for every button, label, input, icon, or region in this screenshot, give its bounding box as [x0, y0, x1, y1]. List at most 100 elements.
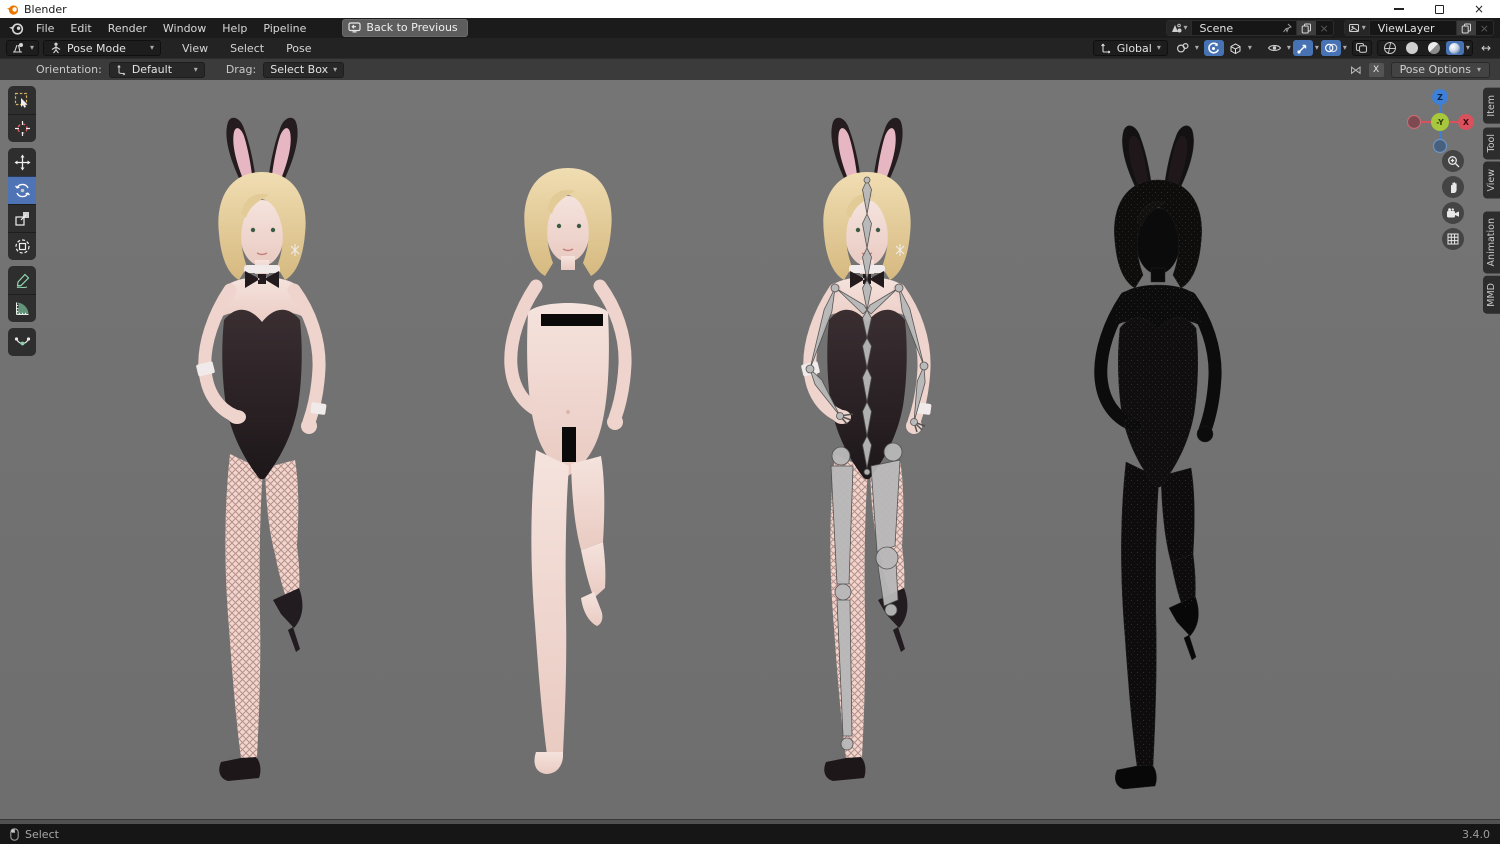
scene-browse-button[interactable]: ▾ — [1166, 21, 1192, 35]
transform-icon — [14, 239, 30, 254]
workspace-back-icon — [348, 22, 362, 33]
drag-mode-dropdown[interactable]: Select Box ▾ — [263, 61, 345, 78]
orientation-default-dropdown[interactable]: Default ▾ — [108, 61, 205, 78]
new-scene-button[interactable] — [1295, 21, 1316, 35]
annotate-pen-icon — [16, 273, 29, 288]
camera-view-button[interactable] — [1442, 202, 1464, 224]
orientation-icon — [117, 64, 126, 75]
blender-version: 3.4.0 — [1462, 827, 1490, 841]
editor-type-button[interactable]: ▾ — [6, 40, 40, 56]
xray-toggle-button[interactable] — [1351, 40, 1372, 56]
viewport-model-with-armature[interactable] — [767, 116, 967, 786]
xray-icon — [1356, 42, 1368, 53]
overlays-chevron[interactable]: ▾ — [1343, 44, 1347, 52]
show-hide-button[interactable] — [1265, 40, 1285, 56]
unlink-scene-button[interactable]: × — [1316, 21, 1333, 35]
visibility-eye-icon — [1268, 45, 1282, 51]
armature-bones[interactable] — [805, 176, 929, 751]
sidebar-tab-item[interactable]: Item — [1483, 88, 1500, 124]
sidebar-tab-animation[interactable]: Animation — [1483, 210, 1500, 274]
overlays-toggle-button[interactable] — [1320, 40, 1341, 56]
pose-options-label: Pose Options — [1399, 63, 1471, 76]
drag-mode-value: Select Box — [270, 63, 329, 76]
pan-button[interactable] — [1442, 176, 1464, 198]
snap-toggle-button[interactable] — [1173, 40, 1193, 56]
solid-shading-button[interactable] — [1402, 40, 1422, 56]
camera-icon — [1447, 207, 1459, 217]
gizmos-toggle-button[interactable] — [1292, 40, 1313, 56]
viewport-menu-view[interactable]: View — [173, 40, 217, 57]
pose-options-dropdown[interactable]: Pose Options ▾ — [1390, 61, 1490, 78]
menu-help[interactable]: Help — [214, 20, 255, 37]
mode-label: Pose Mode — [67, 41, 126, 55]
menu-pipeline[interactable]: Pipeline — [255, 20, 314, 37]
menu-file[interactable]: File — [28, 20, 62, 37]
menu-window[interactable]: Window — [155, 20, 214, 37]
rendered-shading-icon — [1449, 42, 1461, 54]
measure-icon — [15, 302, 28, 315]
orthographic-toggle-button[interactable] — [1442, 228, 1464, 250]
back-to-previous-label: Back to Previous — [366, 21, 458, 34]
viewport-3d[interactable]: Z X -Y Item Tool View Animation MMD — [0, 80, 1500, 819]
tool-select-box[interactable] — [8, 86, 36, 114]
back-to-previous-button[interactable]: Back to Previous — [342, 19, 468, 37]
viewport-menu-pose[interactable]: Pose — [277, 40, 320, 57]
pivot-point-button[interactable] — [1226, 40, 1246, 56]
navigation-gizmo[interactable]: Z X -Y — [1404, 84, 1476, 156]
status-hint: Select — [25, 827, 59, 841]
viewlayer-browse-button[interactable]: ▾ — [1344, 21, 1370, 35]
window-title: Blender — [24, 2, 67, 16]
pin-scene-button[interactable] — [1278, 21, 1296, 35]
remove-viewlayer-button[interactable]: × — [1476, 21, 1493, 35]
minimize-button[interactable] — [1392, 2, 1406, 16]
new-viewlayer-button[interactable] — [1455, 21, 1476, 35]
pivot-options-chevron[interactable]: ▾ — [1248, 44, 1252, 52]
blender-menu-logo-icon[interactable] — [8, 22, 24, 35]
tool-move[interactable] — [8, 148, 36, 176]
viewlayer-name[interactable]: ViewLayer — [1370, 22, 1456, 35]
gizmos-chevron[interactable]: ▾ — [1315, 44, 1319, 52]
tool-rotate[interactable] — [8, 176, 36, 204]
transform-orientation-dropdown[interactable]: Global ▾ — [1092, 40, 1168, 56]
sidebar-tab-mmd[interactable]: MMD — [1483, 276, 1500, 314]
tool-measure[interactable] — [8, 294, 36, 322]
menu-edit[interactable]: Edit — [62, 20, 99, 37]
viewlayer-icon — [1348, 23, 1359, 32]
tool-transform[interactable] — [8, 232, 36, 260]
scene-name[interactable]: Scene — [1192, 22, 1278, 35]
restore-button[interactable] — [1432, 2, 1446, 16]
rendered-shading-button[interactable] — [1445, 41, 1464, 55]
mirror-x-button[interactable]: X — [1368, 62, 1384, 77]
mouse-icon — [10, 827, 19, 841]
viewport-menu-select[interactable]: Select — [221, 40, 273, 57]
tool-pose-breakdowner[interactable] — [8, 328, 36, 356]
x-axis-mirror-icon[interactable]: ⋈ — [1350, 63, 1362, 77]
sidebar-tab-view[interactable]: View — [1483, 162, 1500, 199]
censor-bar-chest — [541, 314, 603, 326]
mode-dropdown[interactable]: Pose Mode ▾ — [43, 40, 162, 56]
sidebar-tab-tool[interactable]: Tool — [1483, 126, 1500, 160]
snap-options-chevron[interactable]: ▾ — [1195, 44, 1199, 52]
visibility-chevron[interactable]: ▾ — [1287, 44, 1291, 52]
tool-scale[interactable] — [8, 204, 36, 232]
viewport-model-base-body-censored[interactable] — [468, 112, 668, 782]
shading-options-chevron[interactable]: ▾ — [1466, 44, 1470, 52]
viewport-model-wireframe[interactable] — [1058, 124, 1258, 794]
menu-render[interactable]: Render — [100, 20, 155, 37]
viewport-header: ▾ Pose Mode ▾ View Select Pose Global ▾ — [0, 38, 1500, 58]
tool-cursor[interactable] — [8, 114, 36, 142]
zoom-icon — [1447, 155, 1459, 167]
material-preview-shading-button[interactable] — [1424, 40, 1444, 56]
viewport-model-bunny-suit-textured[interactable] — [162, 116, 362, 786]
proportional-edit-button[interactable] — [1203, 40, 1224, 56]
expand-header-icon[interactable]: ↔ — [1478, 41, 1494, 55]
orientation-value: Global — [1116, 41, 1152, 55]
svg-text:Z: Z — [1437, 93, 1443, 102]
proportional-edit-icon — [1208, 41, 1220, 54]
wireframe-shading-button[interactable] — [1380, 40, 1400, 56]
gizmo-axis-negx[interactable] — [1406, 114, 1422, 130]
scene-icon — [1171, 23, 1182, 32]
zoom-button[interactable] — [1442, 150, 1464, 172]
close-button[interactable]: × — [1472, 2, 1486, 16]
tool-annotate[interactable] — [8, 266, 36, 294]
